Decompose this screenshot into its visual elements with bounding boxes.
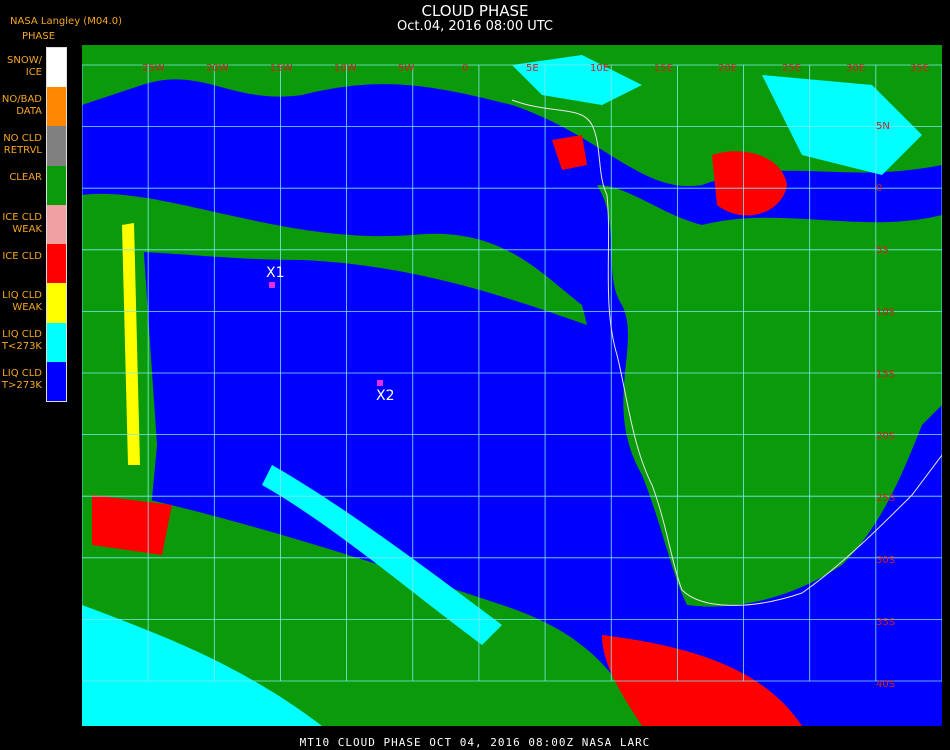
legend-swatch-0 (47, 48, 66, 88)
lat-label: 40S (876, 679, 895, 690)
lon-label: 5W (398, 63, 414, 74)
lon-label: 20E (718, 63, 737, 74)
lat-label: 0 (876, 183, 882, 194)
marker-point-x2 (377, 380, 383, 386)
legend-label-5: ICE CLD (2, 250, 42, 262)
legend-swatch-1 (47, 87, 66, 127)
ice-cloud-patch-southwest (92, 495, 172, 555)
map-title: CLOUD PHASE (421, 2, 529, 20)
legend-label-2: NO CLD RETRVL (3, 133, 42, 157)
marker-point-x1 (269, 282, 275, 288)
lon-label: 35E (910, 63, 929, 74)
map-timestamp: Oct.04, 2016 08:00 UTC (397, 19, 553, 34)
legend-label-4: ICE CLD WEAK (2, 211, 42, 235)
footer-caption: MT10 CLOUD PHASE OCT 04, 2016 08:00Z NAS… (299, 736, 651, 749)
legend-label-3: CLEAR (9, 172, 42, 184)
lat-label: 5N (876, 121, 890, 132)
lon-label: 15E (654, 63, 673, 74)
lon-label: 10E (590, 63, 609, 74)
legend-swatch-2 (47, 126, 66, 166)
lat-label: 20S (876, 431, 895, 442)
legend-title: PHASE (22, 31, 56, 42)
legend-swatch-7 (47, 322, 66, 362)
cloud-phase-map: 25W 20W 15W 10W 5W 0 5E 10E 15E 20E 25E 30E 35E 5N 0 5… (82, 45, 942, 726)
credit-label: NASA Langley (M04.0) (10, 16, 122, 27)
lon-label: 25E (782, 63, 801, 74)
legend-colorbar (46, 47, 67, 402)
legend-label-6: LIQ CLD WEAK (2, 289, 42, 313)
legend-swatch-5 (47, 244, 66, 284)
legend-label-0: SNOW/ ICE (7, 54, 42, 78)
lat-label: 10S (876, 307, 895, 318)
lon-label: 0 (462, 63, 468, 74)
lon-label: 5E (526, 63, 539, 74)
lat-label: 30S (876, 555, 895, 566)
legend-label-1: NO/BAD DATA (1, 93, 42, 117)
marker-label-x2: X2 (376, 388, 395, 404)
legend-label-7: LIQ CLD T<273K (1, 329, 42, 353)
lon-label: 15W (270, 63, 293, 74)
lat-label: 15S (876, 369, 895, 380)
marker-label-x1: X1 (266, 265, 285, 281)
legend-swatch-8 (47, 361, 66, 401)
lat-label: 25S (876, 493, 895, 504)
lat-label: 5S (876, 245, 889, 256)
legend-swatch-6 (47, 283, 66, 323)
lon-label: 25W (142, 63, 165, 74)
lon-label: 10W (334, 63, 357, 74)
legend-swatch-3 (47, 165, 66, 205)
lon-label: 30E (846, 63, 865, 74)
legend-swatch-4 (47, 204, 66, 245)
lon-label: 20W (206, 63, 229, 74)
lat-label: 35S (876, 617, 895, 628)
legend-label-8: LIQ CLD T>273K (1, 368, 42, 392)
